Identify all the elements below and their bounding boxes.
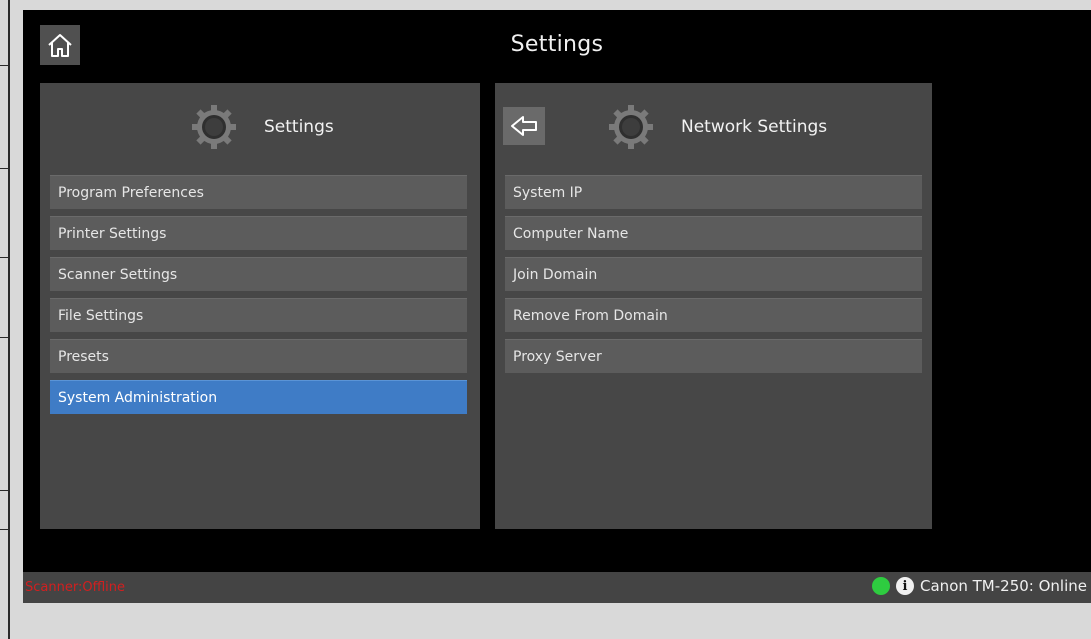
left-border-tick: [0, 529, 10, 530]
settings-panel-header: Settings: [40, 83, 480, 173]
network-settings-panel-header: Network Settings: [495, 83, 932, 173]
menu-item-presets[interactable]: Presets: [50, 339, 467, 373]
menu-item-file-settings[interactable]: File Settings: [50, 298, 467, 332]
menu-item-scanner-settings[interactable]: Scanner Settings: [50, 257, 467, 291]
menu-item-system-administration[interactable]: System Administration: [50, 380, 467, 414]
left-border-tick: [0, 168, 10, 169]
left-border-tick: [0, 65, 10, 66]
gear-icon: [192, 105, 236, 149]
menu-item-remove-from-domain[interactable]: Remove From Domain: [505, 298, 922, 332]
printer-status: Canon TM-250: Online: [920, 577, 1087, 595]
left-border: [0, 0, 10, 639]
settings-panel: Settings Program Preferences Printer Set…: [40, 83, 480, 529]
online-indicator-icon: [872, 577, 891, 595]
settings-panel-title: Settings: [264, 117, 334, 137]
menu-item-system-ip[interactable]: System IP: [505, 175, 922, 209]
status-bar: Scanner:Offline i Canon TM-250: Online: [23, 572, 1091, 603]
info-icon[interactable]: i: [896, 577, 915, 595]
menu-item-join-domain[interactable]: Join Domain: [505, 257, 922, 291]
page-title: Settings: [510, 32, 604, 57]
left-border-tick: [0, 257, 10, 258]
settings-menu: Program Preferences Printer Settings Sca…: [50, 175, 467, 421]
gear-icon: [609, 105, 653, 149]
menu-item-program-preferences[interactable]: Program Preferences: [50, 175, 467, 209]
left-border-tick: [0, 337, 10, 338]
back-button[interactable]: [503, 107, 545, 145]
left-border-tick: [0, 490, 10, 491]
menu-item-computer-name[interactable]: Computer Name: [505, 216, 922, 250]
settings-window: Settings Settings Program Preferences Pr…: [23, 10, 1091, 603]
network-settings-panel-title: Network Settings: [681, 117, 828, 137]
menu-item-printer-settings[interactable]: Printer Settings: [50, 216, 467, 250]
scanner-status: Scanner:Offline: [25, 580, 125, 595]
network-settings-menu: System IP Computer Name Join Domain Remo…: [505, 175, 922, 380]
back-arrow-icon: [511, 116, 537, 136]
printer-status-group: i Canon TM-250: Online: [872, 577, 1087, 595]
network-settings-panel: Network Settings System IP Computer Name…: [495, 83, 932, 529]
menu-item-proxy-server[interactable]: Proxy Server: [505, 339, 922, 373]
